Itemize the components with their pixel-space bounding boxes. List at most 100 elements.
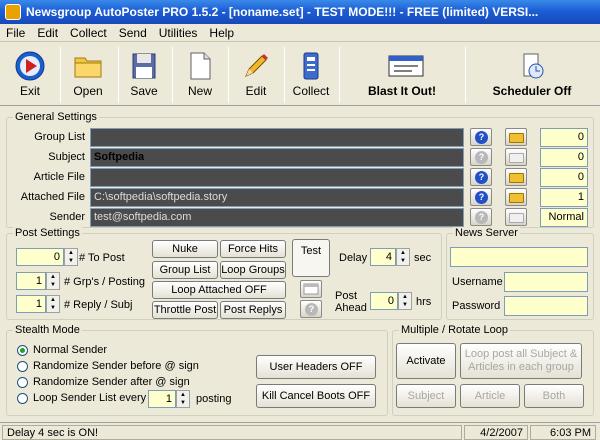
- edit-button[interactable]: Edit: [230, 46, 282, 104]
- post-replys-button[interactable]: Post Replys: [220, 301, 286, 319]
- save-button[interactable]: Save: [119, 46, 169, 104]
- group-list-button[interactable]: Group List: [152, 261, 218, 279]
- play-icon: [14, 50, 46, 82]
- group-list-count: 0: [540, 128, 588, 147]
- grps-per-posting-spinner[interactable]: 1 ▲ ▼: [16, 272, 62, 290]
- loop-post-all-button[interactable]: Loop post all Subject & Articles in each …: [460, 343, 582, 379]
- calendar-icon: [303, 283, 319, 295]
- menu-utilities[interactable]: Utilities: [153, 24, 204, 40]
- force-hits-button[interactable]: Force Hits: [220, 240, 286, 258]
- user-headers-button[interactable]: User Headers OFF: [256, 355, 376, 379]
- randomize-before-radio[interactable]: [17, 361, 28, 372]
- menu-bar: File Edit Collect Send Utilities Help: [0, 24, 600, 42]
- to-post-label: # To Post: [79, 252, 125, 264]
- status-bar: Delay 4 sec is ON! 4/2/2007 6:03 PM: [0, 422, 600, 440]
- loop-sender-label: Loop Sender List every: [33, 392, 147, 404]
- loop-groups-button[interactable]: Loop Groups: [220, 261, 286, 279]
- subject-rotate-button[interactable]: Subject: [396, 384, 456, 408]
- group-list-browse-button[interactable]: [505, 128, 527, 146]
- throttle-post-button[interactable]: Throttle Post: [152, 301, 218, 319]
- activate-button[interactable]: Activate: [396, 343, 456, 379]
- question-icon: ?: [305, 303, 318, 316]
- to-post-spinner[interactable]: 0 ▲ ▼: [16, 248, 78, 266]
- attached-file-field[interactable]: C:\softpedia\softpedia.story: [90, 188, 464, 207]
- new-button[interactable]: New: [174, 46, 226, 104]
- article-file-label: Article File: [33, 171, 85, 183]
- group-list-help-button[interactable]: ?: [470, 128, 492, 146]
- window-title: Newsgroup AutoPoster PRO 1.5.2 - [noname…: [26, 5, 539, 19]
- menu-file[interactable]: File: [0, 24, 31, 40]
- randomize-after-label: Randomize Sender after @ sign: [33, 376, 190, 388]
- post-ahead-label-2: Ahead: [335, 302, 367, 314]
- scheduler-button[interactable]: Scheduler Off: [474, 46, 590, 104]
- question-icon: ?: [475, 211, 488, 224]
- post-help-button[interactable]: ?: [300, 300, 322, 318]
- menu-send[interactable]: Send: [113, 24, 153, 40]
- loop-attached-button[interactable]: Loop Attached OFF: [152, 281, 286, 299]
- open-button[interactable]: Open: [62, 46, 114, 104]
- reply-per-subj-spinner[interactable]: 1 ▲ ▼: [16, 295, 62, 313]
- attached-file-browse-button[interactable]: [505, 188, 527, 206]
- spinner-arrows-icon[interactable]: ▲ ▼: [46, 295, 60, 313]
- attached-file-count: 1: [540, 188, 588, 207]
- spinner-arrows-icon[interactable]: ▲ ▼: [398, 292, 412, 310]
- question-icon: ?: [475, 191, 488, 204]
- subject-help-button[interactable]: ?: [470, 148, 492, 166]
- app-icon: [5, 4, 21, 20]
- post-ahead-spinner[interactable]: 0 ▲ ▼: [370, 292, 414, 310]
- randomize-after-radio[interactable]: [17, 377, 28, 388]
- normal-sender-radio[interactable]: [17, 345, 28, 356]
- loop-sender-radio[interactable]: [17, 393, 28, 404]
- status-message: Delay 4 sec is ON!: [2, 425, 462, 440]
- collect-button[interactable]: Collect: [285, 46, 337, 104]
- reply-per-subj-label: # Reply / Subj: [64, 299, 133, 311]
- spinner-arrows-icon[interactable]: ▲ ▼: [176, 390, 190, 408]
- article-file-browse-button[interactable]: [505, 168, 527, 186]
- menu-help[interactable]: Help: [203, 24, 240, 40]
- exit-button[interactable]: Exit: [4, 46, 56, 104]
- both-rotate-button[interactable]: Both: [524, 384, 584, 408]
- blast-it-out-button[interactable]: Blast It Out!: [343, 46, 461, 104]
- folder-icon: [509, 213, 524, 223]
- password-input[interactable]: [504, 296, 588, 316]
- attached-file-label: Attached File: [20, 191, 85, 203]
- delay-spinner[interactable]: 4 ▲ ▼: [370, 248, 412, 266]
- normal-sender-label: Normal Sender: [33, 344, 107, 356]
- article-file-help-button[interactable]: ?: [470, 168, 492, 186]
- delay-label: Delay: [339, 252, 368, 264]
- clock-icon: [516, 50, 548, 82]
- article-rotate-button[interactable]: Article: [460, 384, 520, 408]
- question-icon: ?: [475, 151, 488, 164]
- folder-icon: [509, 153, 524, 163]
- sender-help-button[interactable]: ?: [470, 208, 492, 226]
- attached-file-help-button[interactable]: ?: [470, 188, 492, 206]
- menu-edit[interactable]: Edit: [31, 24, 64, 40]
- username-input[interactable]: [504, 272, 588, 292]
- spinner-arrows-icon[interactable]: ▲ ▼: [64, 248, 78, 266]
- title-bar: Newsgroup AutoPoster PRO 1.5.2 - [noname…: [0, 0, 600, 24]
- sender-field[interactable]: test@softpedia.com: [90, 208, 464, 227]
- subject-browse-button[interactable]: [505, 148, 527, 166]
- subject-field[interactable]: Softpedia: [90, 148, 464, 167]
- nuke-button[interactable]: Nuke: [152, 240, 218, 258]
- calendar-button[interactable]: [300, 280, 322, 298]
- article-file-field[interactable]: [90, 168, 464, 187]
- password-label: Password: [452, 300, 501, 312]
- folder-icon: [72, 50, 104, 82]
- test-button[interactable]: Test: [292, 239, 330, 277]
- folder-icon: [509, 193, 524, 203]
- pencil-icon: [240, 50, 272, 82]
- app-window: Newsgroup AutoPoster PRO 1.5.2 - [noname…: [0, 0, 600, 440]
- spinner-arrows-icon[interactable]: ▲ ▼: [46, 272, 60, 290]
- kill-cancel-boots-button[interactable]: Kill Cancel Boots OFF: [256, 384, 376, 408]
- group-list-field[interactable]: [90, 128, 464, 147]
- sender-browse-button[interactable]: [505, 208, 527, 226]
- server-address-input[interactable]: [450, 247, 588, 267]
- loop-sender-spinner[interactable]: 1 ▲ ▼: [148, 390, 192, 408]
- sender-label: Sender: [49, 211, 85, 223]
- window-icon: [386, 50, 424, 82]
- spinner-arrows-icon[interactable]: ▲ ▼: [396, 248, 410, 266]
- folder-icon: [509, 173, 524, 183]
- menu-collect[interactable]: Collect: [64, 24, 113, 40]
- new-document-icon: [184, 50, 216, 82]
